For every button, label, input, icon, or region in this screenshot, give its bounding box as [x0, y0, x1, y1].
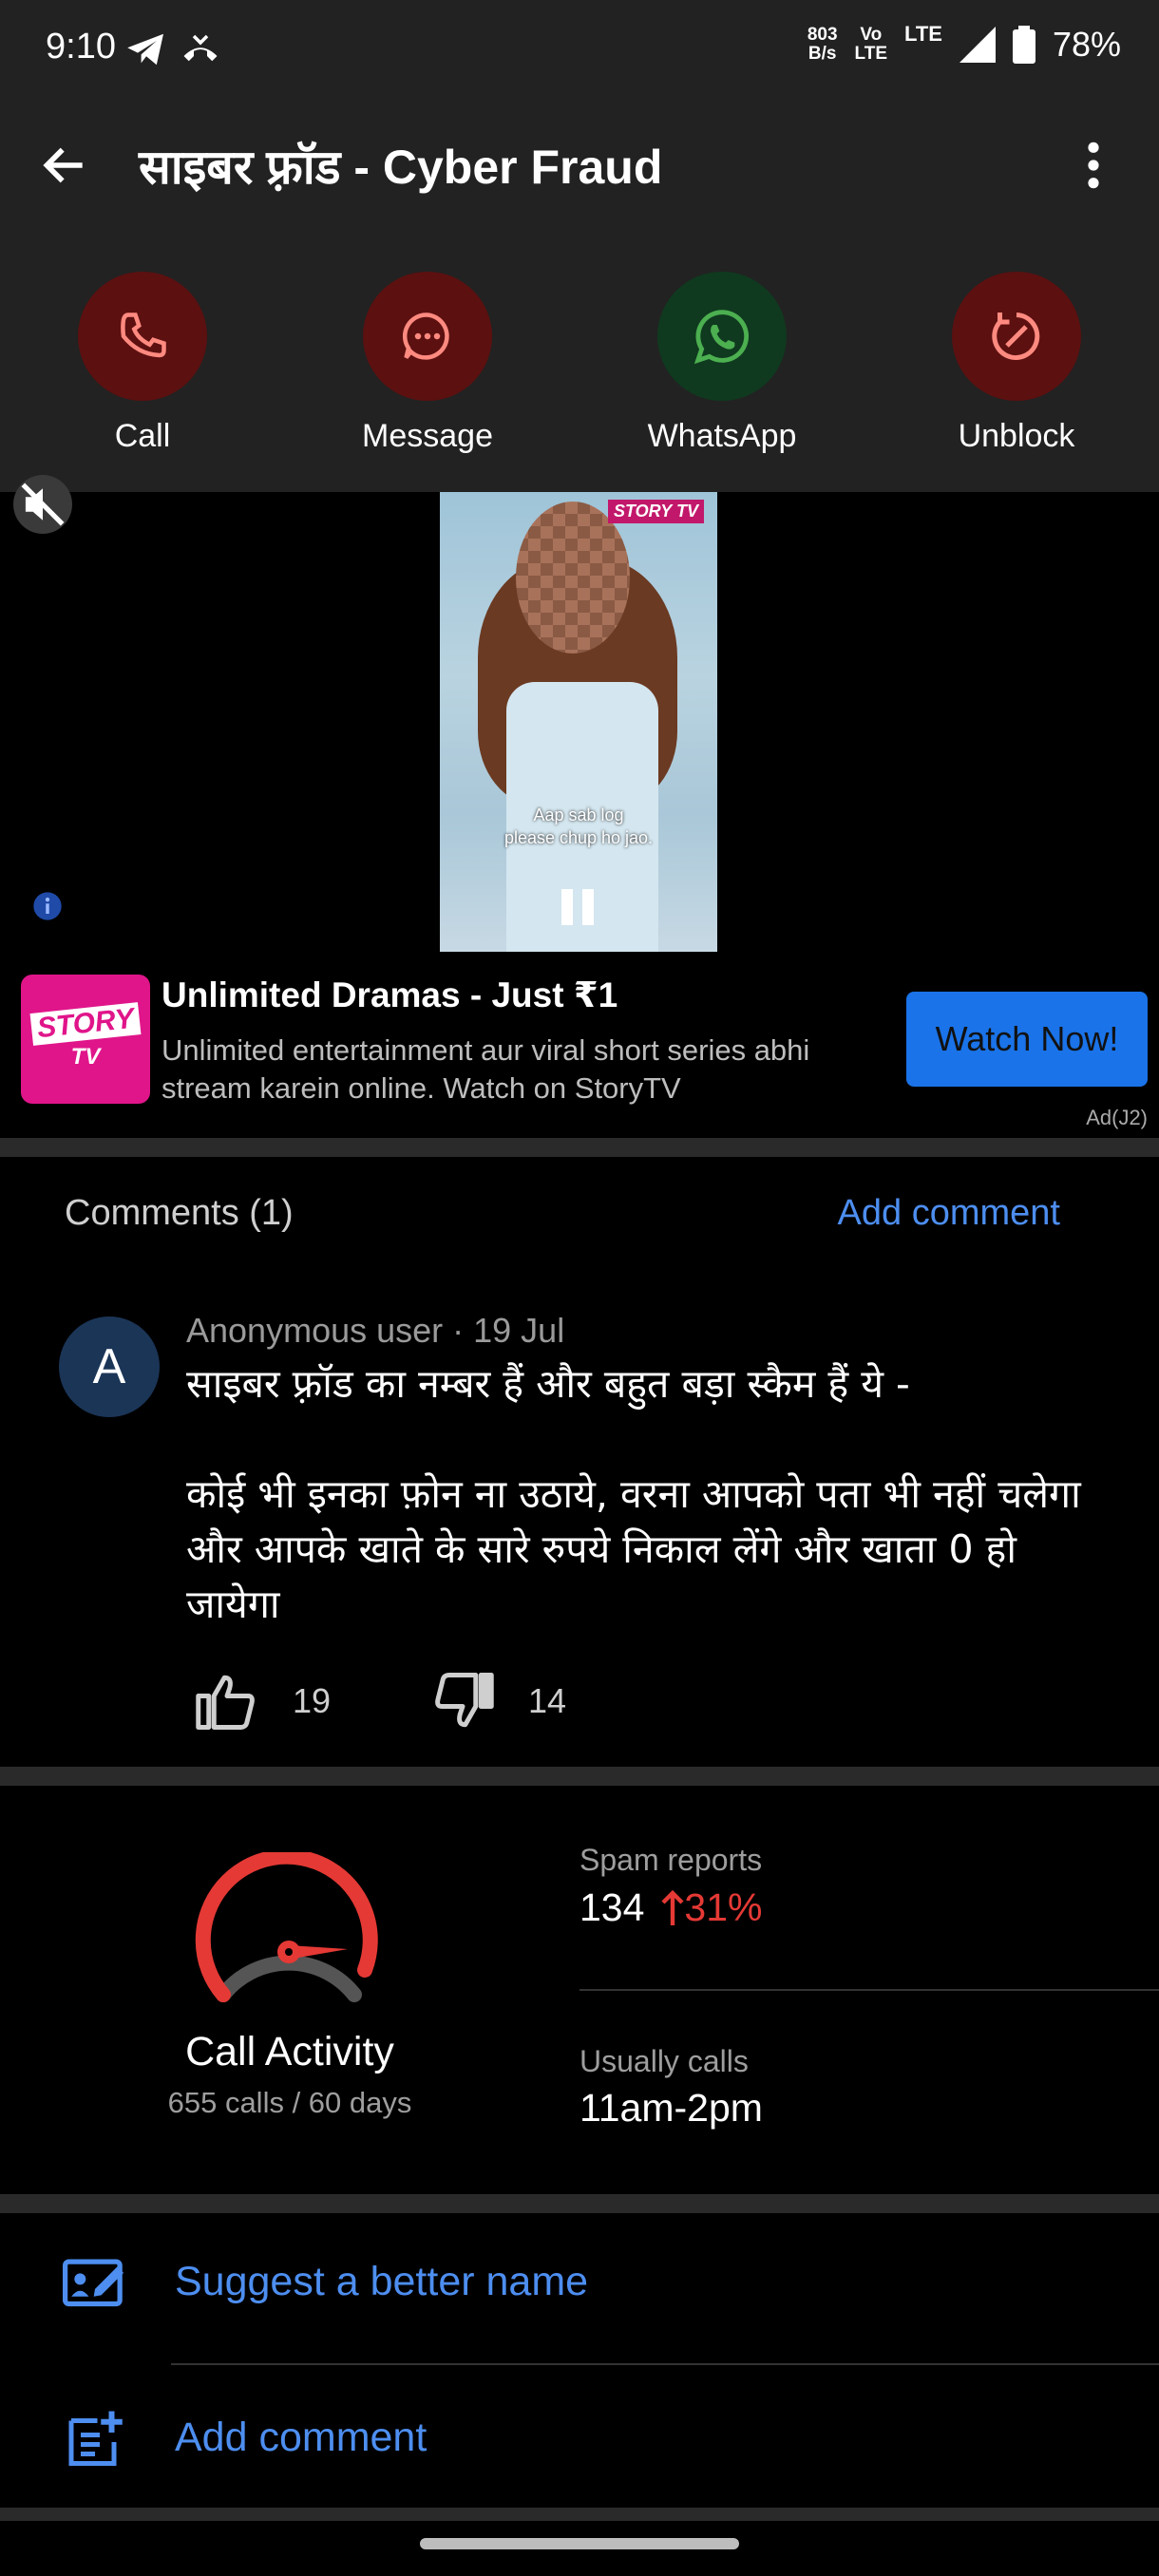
dislike-button[interactable]: 14	[431, 1672, 566, 1731]
more-options-icon[interactable]	[1077, 139, 1110, 192]
lte-indicator: LTE	[904, 22, 942, 46]
comment-meta: Anonymous user · 19 Jul	[186, 1311, 565, 1350]
whatsapp-button[interactable]	[657, 272, 787, 401]
add-comment-link[interactable]: Add comment	[838, 1193, 1060, 1234]
call-label: Call	[114, 418, 171, 454]
like-button[interactable]: 19	[196, 1672, 331, 1731]
unblock-action[interactable]: Unblock	[922, 272, 1112, 455]
status-bar-right: 803 B/s Vo LTE LTE 78%	[807, 22, 1121, 65]
dislike-count: 14	[528, 1681, 567, 1720]
suggest-name-label: Suggest a better name	[175, 2258, 589, 2304]
suggest-name-button[interactable]: Suggest a better name	[63, 2253, 588, 2310]
spam-reports-label: Spam reports	[580, 1843, 763, 1877]
divider	[171, 2363, 1159, 2365]
spam-trend: 31%	[661, 1885, 762, 1930]
call-activity-title: Call Activity	[185, 2029, 394, 2074]
battery-icon	[1012, 26, 1036, 64]
signal-icon	[959, 27, 996, 63]
video-storytv-logo: STORY TV	[607, 500, 704, 523]
divider	[0, 1767, 1159, 1786]
call-activity-gauge-icon	[195, 1852, 378, 2002]
comment-text: साइबर फ़्रॉड का नम्बर हैं और बहुत बड़ा स…	[186, 1361, 1081, 1627]
divider	[0, 2194, 1159, 2213]
whatsapp-icon	[694, 310, 750, 365]
network-speed: 803 B/s	[807, 25, 838, 64]
divider	[0, 2508, 1159, 2521]
battery-percent: 78%	[1052, 25, 1121, 64]
arrow-up-icon	[661, 1889, 684, 1925]
add-comment-label: Add comment	[175, 2414, 428, 2460]
usually-calls-value: 11am-2pm	[580, 2086, 763, 2130]
edit-name-icon	[63, 2259, 124, 2307]
contact-title: साइबर फ़्रॉड - Cyber Fraud	[139, 141, 663, 194]
ad-info-icon[interactable]	[32, 891, 63, 921]
avatar: A	[59, 1316, 160, 1417]
thumbs-up-icon	[196, 1675, 255, 1730]
message-button[interactable]	[363, 272, 492, 401]
call-action[interactable]: Call	[48, 272, 238, 455]
divider	[580, 1989, 1159, 1991]
unblock-button[interactable]	[952, 272, 1081, 401]
like-count: 19	[293, 1681, 332, 1720]
message-icon	[403, 313, 449, 360]
back-arrow-icon[interactable]	[36, 139, 93, 192]
unblock-icon	[992, 313, 1040, 360]
telegram-icon	[127, 33, 163, 66]
pause-icon[interactable]	[561, 889, 596, 925]
contact-header: 9:10 803 B/s Vo LTE LTE 78% साइबर फ़्रॉड…	[0, 0, 1159, 492]
whatsapp-action[interactable]: WhatsApp	[627, 272, 817, 455]
ad-description: Unlimited entertainment aur viral short …	[162, 1033, 810, 1105]
thumbs-down-icon	[435, 1673, 494, 1728]
message-label: Message	[362, 418, 493, 454]
call-activity-subtitle: 655 calls / 60 days	[167, 2086, 412, 2119]
message-action[interactable]: Message	[332, 272, 522, 455]
ad-video[interactable]: STORY TV Aap sab log please chup ho jao.	[440, 492, 717, 952]
home-indicator[interactable]	[420, 2538, 739, 2549]
status-time: 9:10	[46, 27, 116, 66]
blurred-face	[516, 502, 630, 653]
call-button[interactable]	[78, 272, 207, 401]
storytv-logo[interactable]: STORY TV	[21, 975, 150, 1104]
volte-indicator: Vo LTE	[854, 25, 888, 64]
mute-icon[interactable]	[13, 475, 72, 534]
spam-reports-value: 134 31%	[580, 1885, 763, 1930]
ad-title[interactable]: Unlimited Dramas - Just ₹1	[162, 975, 618, 1015]
video-caption: Aap sab log please chup ho jao.	[504, 805, 654, 847]
divider	[0, 1138, 1159, 1157]
ad-tag: Ad(J2)	[1086, 1106, 1148, 1129]
unblock-label: Unblock	[958, 418, 1075, 454]
missed-call-icon	[183, 34, 218, 62]
usually-calls-label: Usually calls	[580, 2044, 749, 2078]
comments-header: Comments (1)	[65, 1193, 294, 1233]
add-comment-icon	[68, 2411, 123, 2466]
add-comment-button[interactable]: Add comment	[63, 2409, 427, 2466]
phone-icon	[121, 313, 166, 358]
whatsapp-label: WhatsApp	[647, 418, 797, 454]
watch-now-button[interactable]: Watch Now!	[906, 992, 1148, 1087]
